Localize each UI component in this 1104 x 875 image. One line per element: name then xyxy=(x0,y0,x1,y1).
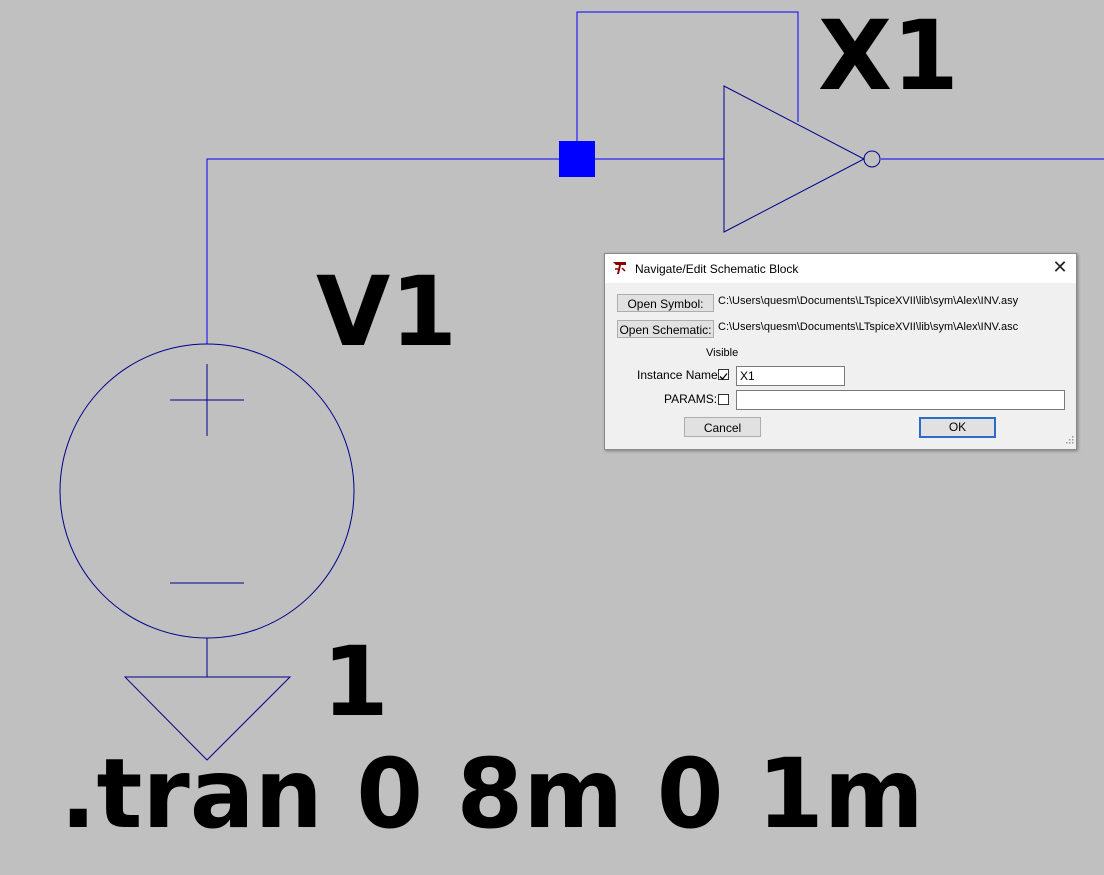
instance-name-visible-checkbox[interactable] xyxy=(718,369,729,380)
instance-name-label: Instance Name: xyxy=(637,368,722,382)
open-symbol-button[interactable]: Open Symbol: xyxy=(617,294,714,312)
checkmark-icon xyxy=(719,373,728,380)
params-visible-checkbox[interactable] xyxy=(718,394,729,405)
instance-label[interactable]: X1 xyxy=(818,8,959,104)
spice-directive[interactable]: .tran 0 8m 0 1m xyxy=(60,746,924,842)
inverter-bubble xyxy=(863,150,881,168)
instance-name-input[interactable] xyxy=(736,366,845,386)
junction-node[interactable] xyxy=(559,141,595,177)
feedback-wire[interactable] xyxy=(576,11,799,141)
source-value-label[interactable]: 1 xyxy=(322,634,389,730)
close-icon[interactable]: ✕ xyxy=(1050,258,1070,278)
params-label: PARAMS: xyxy=(664,392,718,406)
schematic-path: C:\Users\quesm\Documents\LTspiceXVII\lib… xyxy=(718,321,1019,333)
dialog-title: Navigate/Edit Schematic Block xyxy=(635,262,799,276)
visible-header: Visible xyxy=(706,347,739,359)
params-input[interactable] xyxy=(736,390,1065,410)
ok-button[interactable]: OK xyxy=(919,417,996,438)
resize-grip-icon[interactable] xyxy=(1065,433,1074,447)
cancel-button[interactable]: Cancel xyxy=(684,417,761,437)
open-schematic-button[interactable]: Open Schematic: xyxy=(617,320,714,338)
ltspice-app-icon xyxy=(612,260,628,279)
navigate-edit-dialog: Navigate/Edit Schematic Block ✕ Open Sym… xyxy=(604,253,1077,450)
symbol-path: C:\Users\quesm\Documents\LTspiceXVII\lib… xyxy=(718,295,1019,307)
source-label[interactable]: V1 xyxy=(316,264,457,360)
dialog-titlebar[interactable]: Navigate/Edit Schematic Block ✕ xyxy=(605,254,1076,283)
